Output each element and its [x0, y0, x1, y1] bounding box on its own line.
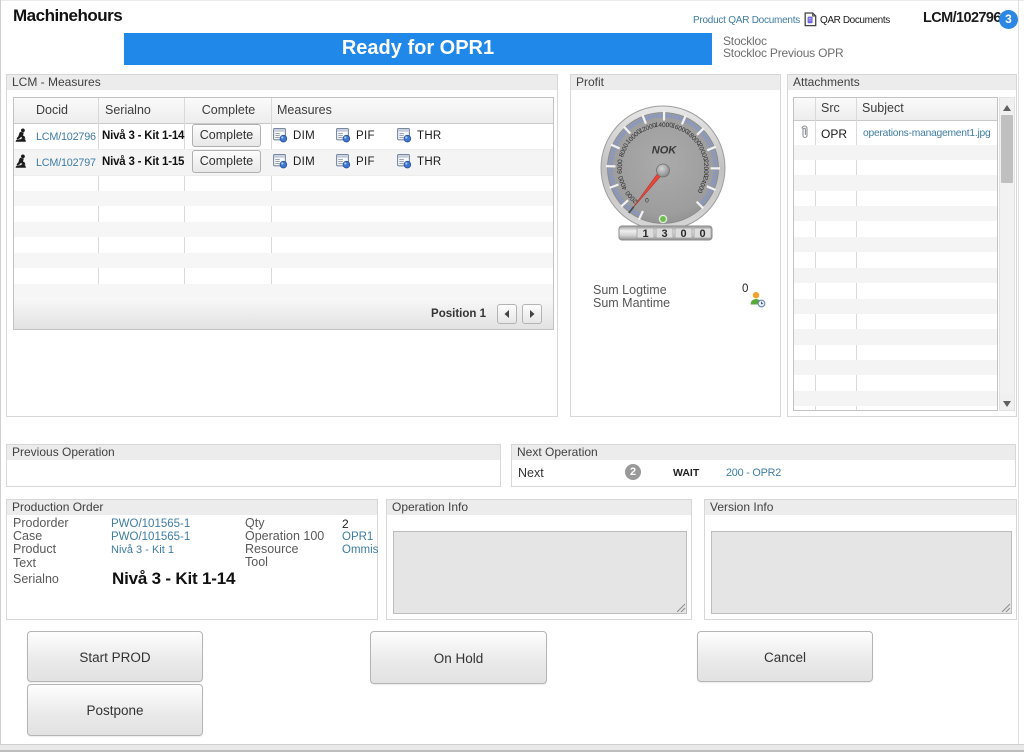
svg-text:0: 0 — [680, 228, 686, 240]
svg-text:0: 0 — [645, 197, 649, 204]
svg-text:6000: 6000 — [617, 159, 625, 174]
svg-text:0: 0 — [699, 228, 705, 240]
svg-text:1: 1 — [642, 228, 648, 240]
svg-text:NOK: NOK — [652, 145, 678, 157]
svg-text:3: 3 — [661, 228, 667, 240]
